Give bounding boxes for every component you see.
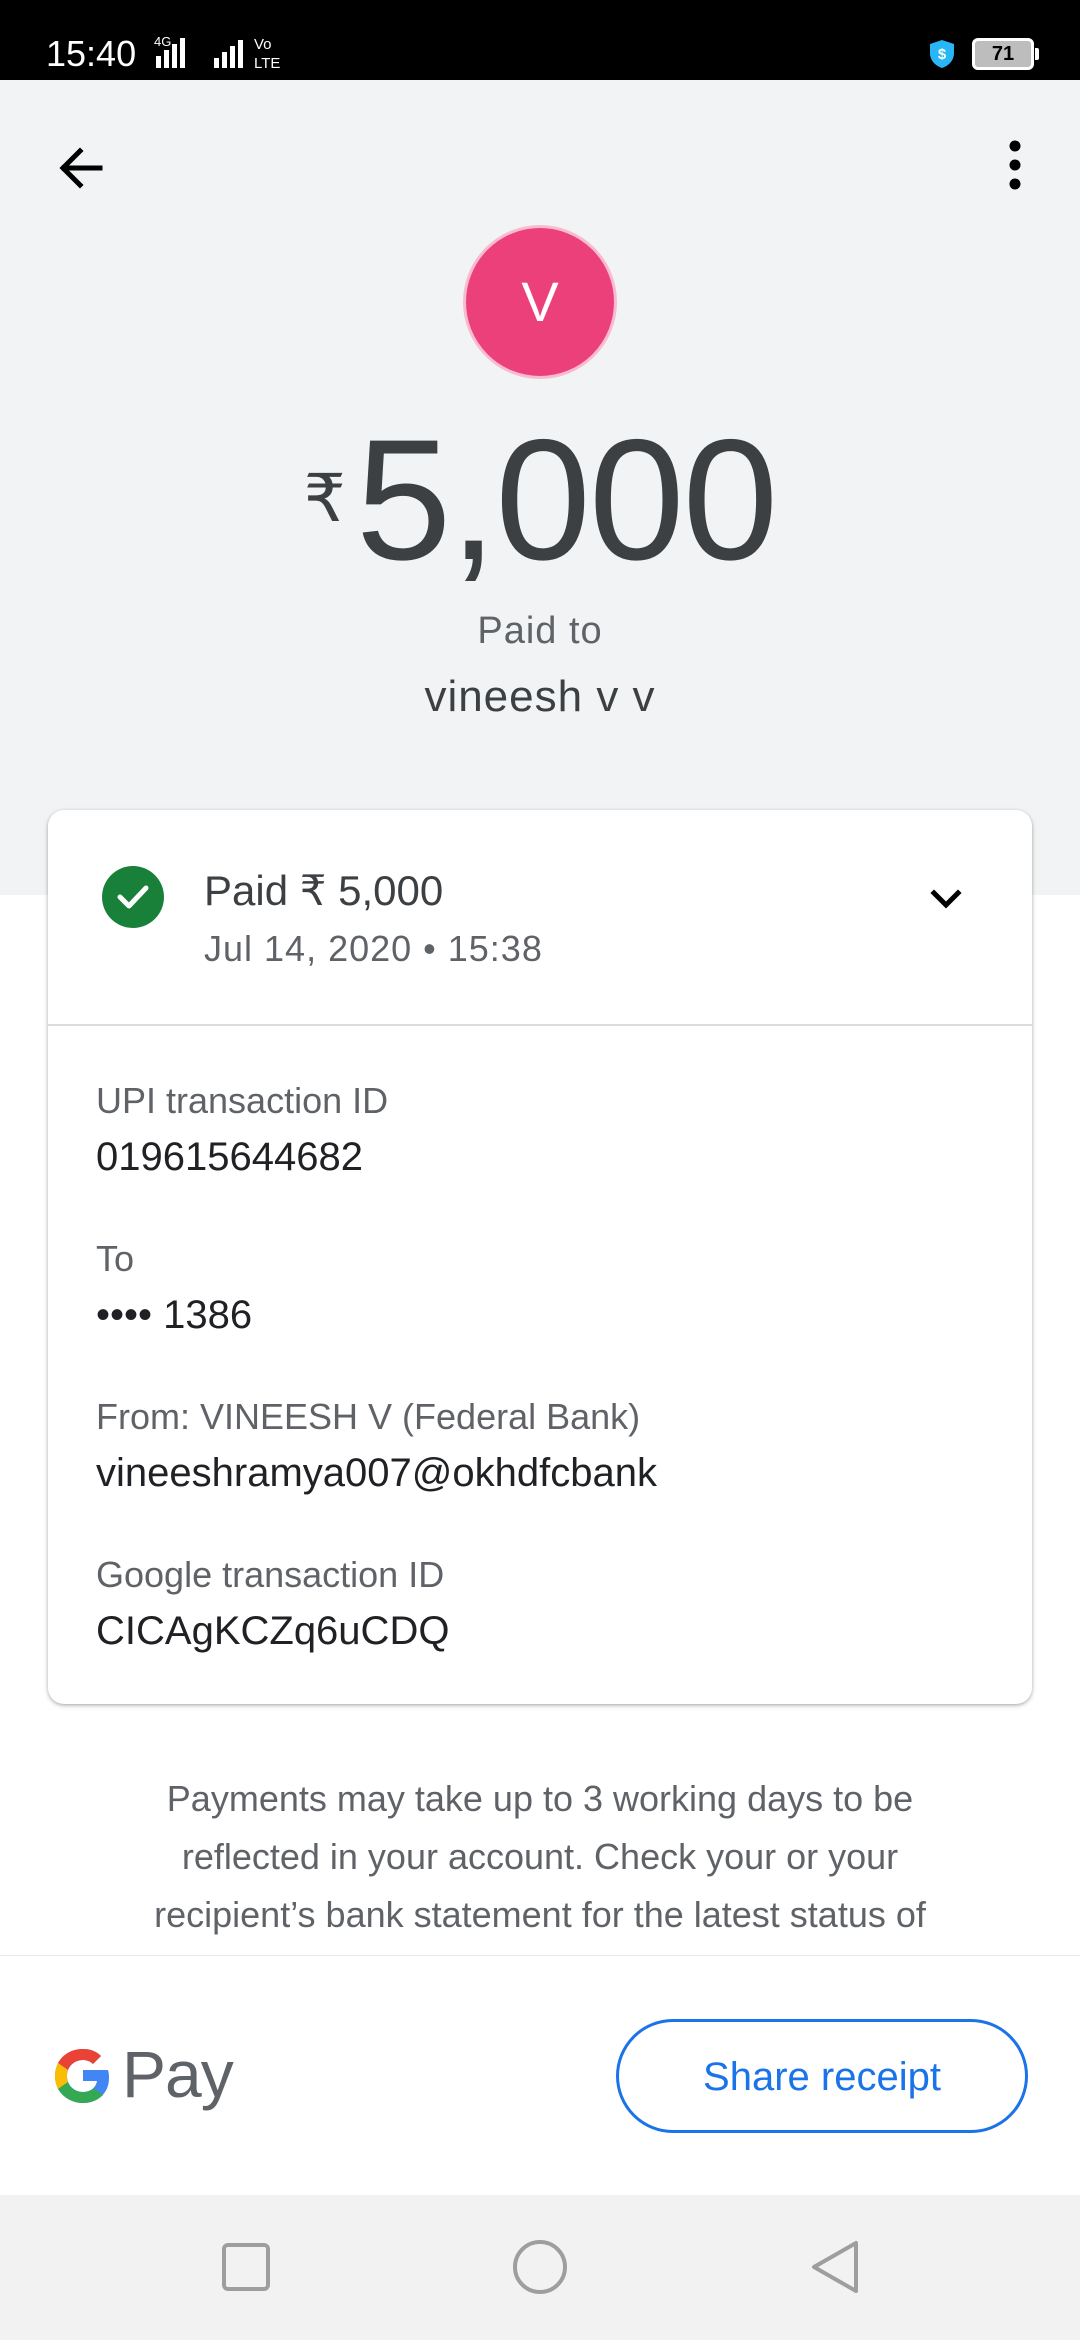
transaction-card: Paid ₹ 5,000 Jul 14, 2020 • 15:38 UPI tr… xyxy=(48,810,1032,1704)
google-id-value: CICAgKCZq6uCDQ xyxy=(96,1609,450,1653)
status-bar: 15:40 4G Vo LTE $ 71 xyxy=(0,0,1080,80)
divider xyxy=(48,1024,1032,1026)
status-title: Paid ₹ 5,000 xyxy=(204,867,444,914)
payee-name: vineesh v v xyxy=(424,672,656,721)
back-triangle-icon[interactable] xyxy=(764,2195,904,2340)
battery-icon: 71 xyxy=(972,38,1039,70)
processing-note: Payments may take up to 3 working days t… xyxy=(154,1778,926,1935)
from-label: From: VINEESH V (Federal Bank) xyxy=(96,1396,641,1437)
status-time: 15:40 xyxy=(46,33,137,74)
chevron-down-icon[interactable] xyxy=(926,880,966,920)
google-g-logo-icon xyxy=(55,2049,109,2103)
currency-symbol: ₹ xyxy=(303,461,346,535)
payment-amount: ₹5,000 xyxy=(0,410,1080,590)
system-nav-bar xyxy=(0,2195,1080,2340)
pay-wordmark: Pay xyxy=(122,2037,234,2111)
to-label: To xyxy=(96,1238,135,1279)
google-id-label: Google transaction ID xyxy=(96,1554,445,1595)
payment-status-row[interactable]: Paid ₹ 5,000 Jul 14, 2020 • 15:38 xyxy=(48,810,1032,1025)
to-account-value: •••• 1386 xyxy=(96,1293,253,1337)
svg-text:LTE: LTE xyxy=(254,55,280,72)
share-receipt-button[interactable]: Share receipt xyxy=(616,2019,1028,2133)
footer-bar: Pay Share receipt xyxy=(0,1955,1080,2196)
home-circle-icon[interactable] xyxy=(470,2195,610,2340)
svg-text:4G: 4G xyxy=(154,34,171,49)
upi-id-label: UPI transaction ID xyxy=(96,1080,389,1121)
from-upi-value: vineeshramya007@okhdfcbank xyxy=(96,1451,657,1495)
avatar: V xyxy=(463,225,617,379)
check-circle-icon xyxy=(102,866,164,928)
recents-square-icon[interactable] xyxy=(176,2195,316,2340)
svg-text:Vo: Vo xyxy=(254,36,272,53)
shield-icon: $ xyxy=(930,40,954,68)
paid-to-label: Paid to xyxy=(477,610,603,652)
amount-value: 5,000 xyxy=(355,404,778,596)
upi-id-value: 019615644682 xyxy=(96,1135,363,1179)
svg-text:$: $ xyxy=(938,46,947,63)
back-arrow-icon[interactable] xyxy=(50,135,116,201)
status-datetime: Jul 14, 2020 • 15:38 xyxy=(204,928,543,969)
more-vert-icon[interactable] xyxy=(990,130,1040,200)
signal-icon: 4G Vo LTE xyxy=(154,34,280,72)
